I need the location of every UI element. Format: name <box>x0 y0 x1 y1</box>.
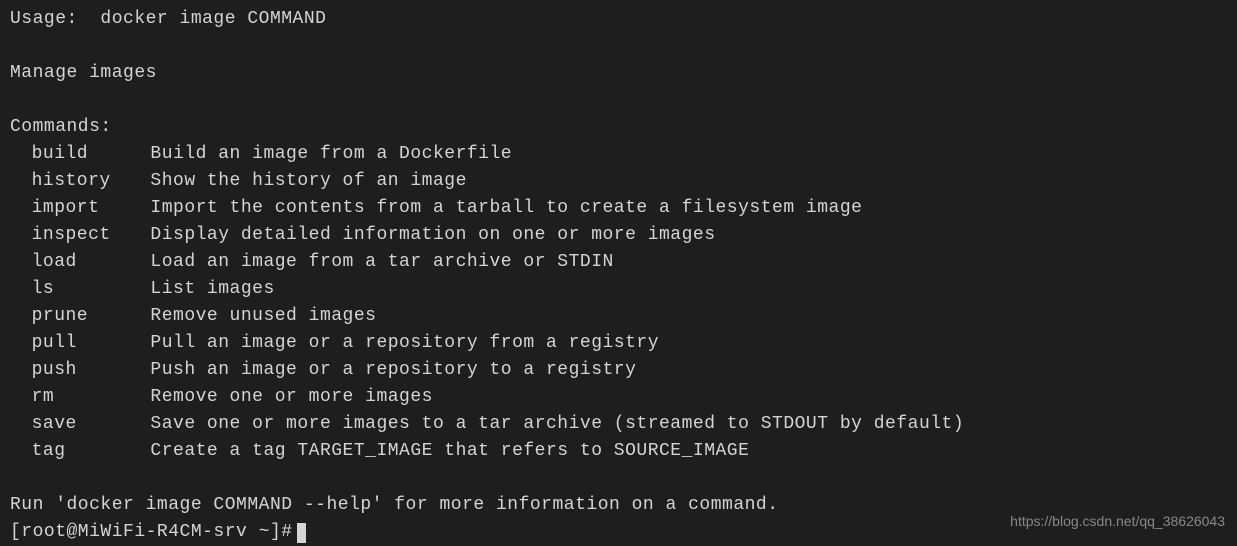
command-name: ls <box>10 276 150 303</box>
command-row: loadLoad an image from a tar archive or … <box>10 249 1227 276</box>
command-row: saveSave one or more images to a tar arc… <box>10 411 1227 438</box>
command-name: inspect <box>10 222 150 249</box>
command-name: prune <box>10 303 150 330</box>
blank-line <box>10 465 1227 492</box>
command-name: tag <box>10 438 150 465</box>
blank-line <box>10 87 1227 114</box>
command-name: push <box>10 357 150 384</box>
command-row: pruneRemove unused images <box>10 303 1227 330</box>
command-description: Remove one or more images <box>150 384 1227 411</box>
command-row: lsList images <box>10 276 1227 303</box>
command-row: pushPush an image or a repository to a r… <box>10 357 1227 384</box>
blank-line <box>10 33 1227 60</box>
command-description: Push an image or a repository to a regis… <box>150 357 1227 384</box>
command-description: Import the contents from a tarball to cr… <box>150 195 1227 222</box>
command-description: Load an image from a tar archive or STDI… <box>150 249 1227 276</box>
command-row: rmRemove one or more images <box>10 384 1227 411</box>
command-name: import <box>10 195 150 222</box>
prompt-text: [root@MiWiFi-R4CM-srv ~]# <box>10 519 293 546</box>
command-description: Create a tag TARGET_IMAGE that refers to… <box>150 438 1227 465</box>
command-row: pullPull an image or a repository from a… <box>10 330 1227 357</box>
command-row: tagCreate a tag TARGET_IMAGE that refers… <box>10 438 1227 465</box>
watermark-text: https://blog.csdn.net/qq_38626043 <box>1010 511 1225 532</box>
command-row: importImport the contents from a tarball… <box>10 195 1227 222</box>
command-description: Display detailed information on one or m… <box>150 222 1227 249</box>
usage-line: Usage: docker image COMMAND <box>10 6 1227 33</box>
command-row: historyShow the history of an image <box>10 168 1227 195</box>
commands-list: buildBuild an image from a Dockerfilehis… <box>10 141 1227 465</box>
command-name: rm <box>10 384 150 411</box>
command-row: inspectDisplay detailed information on o… <box>10 222 1227 249</box>
command-description: Save one or more images to a tar archive… <box>150 411 1227 438</box>
description-line: Manage images <box>10 60 1227 87</box>
command-name: build <box>10 141 150 168</box>
command-description: List images <box>150 276 1227 303</box>
command-description: Show the history of an image <box>150 168 1227 195</box>
command-row: buildBuild an image from a Dockerfile <box>10 141 1227 168</box>
commands-header: Commands: <box>10 114 1227 141</box>
command-name: load <box>10 249 150 276</box>
command-description: Remove unused images <box>150 303 1227 330</box>
command-description: Build an image from a Dockerfile <box>150 141 1227 168</box>
command-name: pull <box>10 330 150 357</box>
command-description: Pull an image or a repository from a reg… <box>150 330 1227 357</box>
command-name: save <box>10 411 150 438</box>
command-name: history <box>10 168 150 195</box>
